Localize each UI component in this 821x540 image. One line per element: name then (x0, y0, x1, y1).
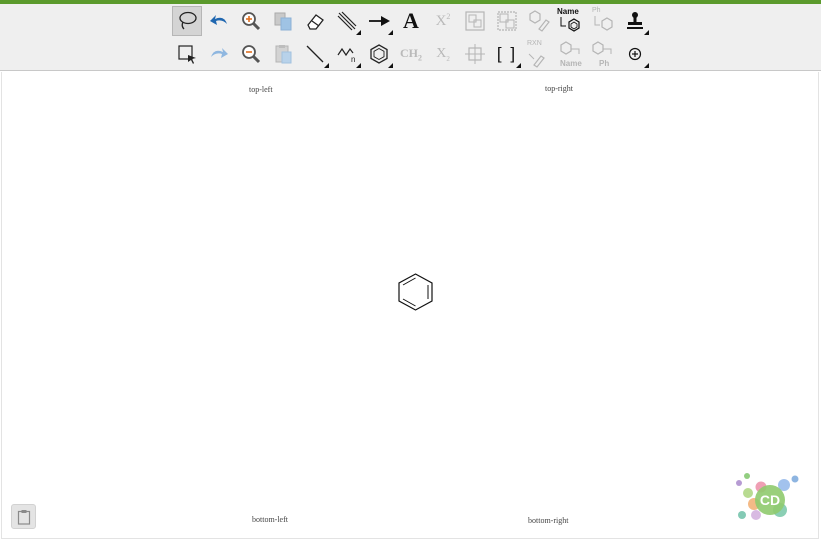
subscript-label: X (436, 45, 447, 61)
dropdown-caret-icon (356, 30, 361, 35)
ch2-label: CH (400, 45, 418, 60)
zoom-out-icon (242, 45, 261, 64)
svg-text:n: n (351, 55, 355, 64)
show-name-label: Name (560, 59, 582, 68)
dropdown-caret-icon (356, 63, 361, 68)
center-button[interactable] (460, 39, 490, 69)
eraser-button[interactable] (300, 6, 330, 36)
bond-icon (337, 11, 357, 31)
name-label: Name (557, 7, 579, 16)
stamp-icon (627, 12, 643, 29)
corner-label-top-left: top-left (249, 85, 273, 94)
bond-tool-button[interactable] (332, 6, 362, 36)
show-ph-icon: Ph (589, 40, 617, 68)
lasso-tool-button[interactable] (172, 6, 202, 36)
zoom-in-icon (242, 12, 261, 31)
structure-to-name-icon: Ph (589, 7, 617, 35)
chemdraw-logo: CD (736, 473, 799, 520)
copy-button[interactable] (268, 6, 298, 36)
redo-icon (211, 48, 228, 58)
clean-reaction-icon: RXN (525, 40, 553, 68)
select-icon (178, 45, 196, 64)
bracket-icon: [ ] (496, 44, 518, 63)
charge-button[interactable] (620, 39, 650, 69)
group-icon (465, 11, 485, 31)
center-icon (465, 44, 485, 64)
superscript-icon: X2 (436, 12, 451, 30)
bracket-tool-button[interactable]: [ ] (492, 39, 522, 69)
arrow-tool-button[interactable] (364, 6, 394, 36)
show-name-icon: Name (557, 40, 585, 68)
copy-icon (274, 12, 292, 31)
name-to-structure-icon: Name (557, 7, 585, 35)
zoom-in-button[interactable] (236, 6, 266, 36)
text-tool-button[interactable]: A (396, 6, 426, 36)
benzene-molecule[interactable] (395, 271, 437, 313)
clipboard-icon (17, 509, 30, 525)
ch2-text-button[interactable]: CH2 (396, 39, 426, 69)
corner-label-bottom-right: bottom-right (528, 516, 569, 525)
ph-label: Ph (592, 7, 601, 14)
superscript-sup: 2 (446, 12, 451, 21)
dropdown-caret-icon (644, 63, 649, 68)
arrow-icon (369, 16, 390, 26)
ch2-icon: CH2 (400, 46, 422, 62)
redo-button[interactable] (204, 39, 234, 69)
dropdown-caret-icon (324, 63, 329, 68)
lasso-icon (179, 11, 197, 30)
ungroup-button[interactable] (492, 6, 522, 36)
ch2-sub: 2 (418, 53, 422, 63)
stamp-button[interactable] (620, 6, 650, 36)
undo-button[interactable] (204, 6, 234, 36)
benzene-ring-icon (370, 44, 388, 64)
rxn-label: RXN (527, 40, 542, 47)
dropdown-caret-icon (388, 63, 393, 68)
structure-to-name-button[interactable]: Ph (588, 6, 618, 36)
superscript-label: X (435, 13, 447, 29)
subscript-sub: 2 (446, 54, 450, 63)
dropdown-caret-icon (516, 63, 521, 68)
show-ph-label: Ph (599, 59, 610, 68)
ungroup-icon (497, 11, 517, 31)
chain-icon: n (337, 47, 355, 64)
single-bond-icon (306, 45, 324, 63)
superscript-button[interactable]: X2 (428, 6, 458, 36)
clipboard-button[interactable] (11, 504, 36, 529)
charge-plus-icon (628, 47, 642, 61)
select-tool-button[interactable] (172, 39, 202, 69)
group-button[interactable] (460, 6, 490, 36)
clean-structure-button[interactable] (524, 6, 554, 36)
toolbar: A X2 Name Ph n CH2 X2 [] RXN Name Ph (0, 4, 821, 71)
corner-label-top-right: top-right (545, 84, 573, 93)
clean-reaction-button[interactable]: RXN (524, 39, 554, 69)
ring-tool-button[interactable] (364, 39, 394, 69)
dropdown-caret-icon (644, 30, 649, 35)
clean-icon (529, 10, 550, 32)
subscript-button[interactable]: X2 (428, 39, 458, 69)
name-to-structure-button[interactable]: Name (556, 6, 586, 36)
show-name-button[interactable]: Name (556, 39, 586, 69)
show-ph-button[interactable]: Ph (588, 39, 618, 69)
eraser-icon (307, 14, 324, 30)
zoom-out-button[interactable] (236, 39, 266, 69)
single-bond-button[interactable] (300, 39, 330, 69)
corner-label-bottom-left: bottom-left (252, 515, 288, 524)
paste-icon (275, 45, 292, 64)
logo-text: CD (760, 492, 780, 508)
paste-button[interactable] (268, 39, 298, 69)
text-icon: A (403, 8, 419, 33)
dropdown-caret-icon (388, 30, 393, 35)
undo-icon (210, 15, 227, 25)
chain-tool-button[interactable]: n (332, 39, 362, 69)
subscript-icon: X2 (436, 46, 450, 63)
